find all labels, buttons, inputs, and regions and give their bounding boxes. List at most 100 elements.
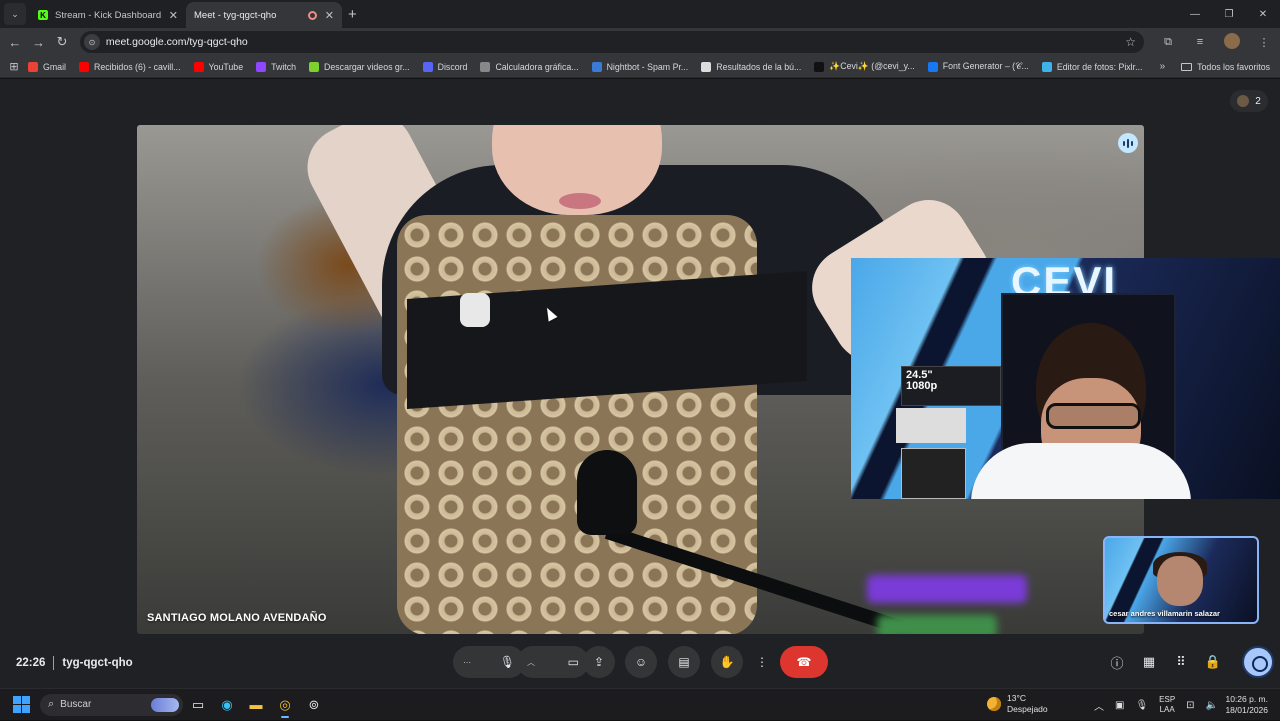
taskbar-search[interactable]: ⌕ Buscar [40, 693, 183, 716]
raise-hand-button[interactable]: ✋ [711, 646, 743, 678]
bookmark-item[interactable]: ✨Cevi✨ (@cevi_y... [814, 61, 915, 72]
screen-share-overlay-video[interactable]: CEVI 24.5" 1080p [851, 258, 1280, 499]
media-control-icon[interactable]: ≡ [1184, 36, 1216, 48]
bookmark-item[interactable]: Gmail [28, 61, 66, 72]
present-screen-icon: ⇪ [593, 655, 605, 669]
reactions-button[interactable]: ☺ [625, 646, 657, 678]
volume-icon[interactable]: 🔈 [1206, 700, 1218, 711]
close-tab-icon[interactable]: ✕ [169, 9, 178, 22]
captions-button[interactable]: ▤ [668, 646, 700, 678]
tab-kick-dashboard[interactable]: K Stream - Kick Dashboard ✕ [30, 2, 186, 28]
address-bar-row: ← → ↻ ⊙ meet.google.com/tyg-qgct-qho ☆ ⧉… [0, 28, 1280, 56]
chevron-up-icon[interactable]: ︿ [527, 657, 535, 668]
close-window-icon[interactable]: ✕ [1246, 9, 1280, 20]
bookmark-item[interactable]: Discord [422, 61, 468, 72]
file-explorer-icon[interactable]: ▬ [242, 691, 270, 719]
bookmark-item[interactable]: Descargar videos gr... [309, 61, 410, 72]
clock[interactable]: 10:26 p. m. 18/01/2026 [1220, 694, 1268, 716]
timer-button[interactable] [1242, 646, 1274, 678]
bookmark-item[interactable]: Calculadora gráfica... [480, 61, 579, 72]
bookmark-item[interactable]: YouTube [193, 61, 243, 72]
camera-icon[interactable]: ▭ [568, 655, 579, 669]
captions-icon: ▤ [678, 655, 690, 669]
reload-icon[interactable]: ↻ [50, 34, 74, 50]
self-view-tile[interactable]: cesar andres villamarin salazar [1103, 536, 1259, 624]
bookmark-label: Recibidos (6) - cavill... [93, 61, 181, 72]
url-text[interactable]: meet.google.com/tyg-qgct-qho [106, 36, 1125, 48]
chevron-up-icon[interactable]: ︿ [1094, 698, 1104, 713]
bookmark-item[interactable]: Recibidos (6) - cavill... [78, 61, 181, 72]
apps-grid-icon: ⠿ [1176, 654, 1186, 669]
font-icon [927, 61, 938, 72]
obs-app-icon[interactable]: ⊚ [300, 691, 328, 719]
leave-call-button[interactable]: ☎ [780, 646, 828, 678]
minimize-icon[interactable]: — [1178, 9, 1212, 20]
windows-start-icon[interactable] [13, 696, 30, 713]
activities-button[interactable]: ⠿ [1170, 651, 1192, 673]
profile-avatar[interactable] [1216, 32, 1248, 52]
bookmark-label: Editor de fotos: Pixlr... [1056, 61, 1143, 72]
bookmark-item[interactable]: Resultados de la bú... [701, 61, 801, 72]
bookmark-item[interactable]: Twitch [256, 61, 296, 72]
tray-app-icon[interactable]: ▣ [1115, 700, 1124, 711]
keyboard-layout: LAA [1159, 705, 1175, 714]
meet-stage: 2 SANTIAGO MOLANO AVENDAÑO CEVI 24.5" 108… [0, 79, 1280, 688]
nightbot-icon [591, 61, 602, 72]
more-options-button[interactable]: ⋮ [750, 646, 774, 678]
menu-kebab-icon[interactable]: ⋮ [1248, 36, 1280, 49]
chrome-icon[interactable]: ◎ [271, 691, 299, 719]
weather-widget[interactable]: 13°C Despejado [987, 693, 1048, 715]
apps-grid-icon[interactable]: ⊞ [0, 60, 28, 73]
video-mouth [559, 193, 601, 209]
participants-button[interactable]: 2 [1230, 90, 1268, 112]
hand-icon: ✋ [719, 655, 735, 669]
video-green-blur [877, 615, 997, 634]
present-screen-button[interactable]: ⇪ [583, 646, 615, 678]
self-face [1157, 556, 1203, 606]
camera-control[interactable]: ︿ ▭ [517, 646, 589, 678]
microphone-control[interactable]: ⋯ 🎙 [453, 646, 525, 678]
meeting-details-button[interactable]: ⓘ [1106, 651, 1128, 673]
participant-avatar [1237, 95, 1250, 107]
bookmark-label: Discord [437, 61, 468, 72]
bookmark-item[interactable]: Editor de fotos: Pixlr... [1041, 61, 1143, 72]
avatar [1224, 32, 1240, 49]
microphone-tray-icon[interactable]: 🎙 [1135, 700, 1148, 711]
new-tab-button[interactable]: + [348, 6, 357, 23]
host-controls-button[interactable]: 🔒 [1202, 651, 1224, 673]
lock-person-icon: 🔒 [1204, 654, 1222, 669]
restore-icon[interactable]: ❐ [1212, 9, 1246, 20]
language-indicator[interactable]: ESP LAA [1159, 695, 1175, 715]
site-info-icon[interactable]: ⊙ [83, 34, 100, 50]
bookmark-item[interactable]: Font Generator – (𝒞... [927, 61, 1029, 72]
extensions-icon[interactable]: ⧉ [1152, 36, 1184, 49]
bookmark-star-icon[interactable]: ☆ [1125, 35, 1136, 49]
tab-search-button[interactable]: ⌄ [4, 3, 26, 25]
browser-tab-bar: ⌄ K Stream - Kick Dashboard ✕ Meet - tyg… [0, 0, 1280, 91]
task-view-icon[interactable]: ▭ [184, 691, 212, 719]
search-highlight-image [151, 697, 179, 712]
more-bookmarks-icon[interactable]: » [1160, 61, 1166, 72]
audio-options-icon[interactable]: ⋯ [463, 658, 471, 667]
edge-icon[interactable]: ◉ [213, 691, 241, 719]
bookmark-item[interactable]: Nightbot - Spam Pr... [591, 61, 688, 72]
omnibox[interactable]: ⊙ meet.google.com/tyg-qgct-qho ☆ [79, 31, 1144, 53]
tab-meet[interactable]: Meet - tyg-qgct-qho ✕ [186, 2, 342, 91]
back-icon[interactable]: ← [3, 35, 27, 50]
tab-title: Stream - Kick Dashboard [55, 9, 162, 21]
emoji-icon: ☺ [634, 655, 648, 669]
network-icon[interactable]: ⊡ [1186, 700, 1194, 711]
chat-button[interactable]: ▦ [1138, 651, 1160, 673]
search-result-icon [701, 61, 712, 72]
bookmark-label: ✨Cevi✨ (@cevi_y... [829, 61, 915, 71]
forward-icon[interactable]: → [27, 35, 51, 50]
all-bookmarks-folder[interactable]: Todos los favoritos [1181, 62, 1270, 72]
search-placeholder: Buscar [60, 699, 92, 710]
background-box [901, 448, 966, 499]
close-tab-icon[interactable]: ✕ [325, 9, 334, 22]
language-code: ESP [1159, 695, 1176, 704]
microphone-icon[interactable]: 🎙 [500, 655, 515, 669]
info-icon: ⓘ [1110, 655, 1124, 671]
tab-title: Meet - tyg-qgct-qho [194, 9, 277, 21]
download-icon [309, 61, 320, 72]
